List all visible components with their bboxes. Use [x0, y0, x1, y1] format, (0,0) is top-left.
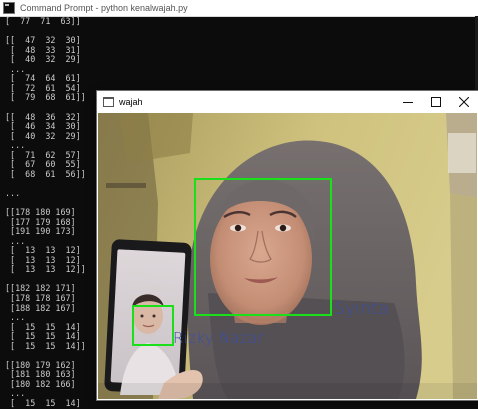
image-window-titlebar[interactable]: wajah	[97, 91, 478, 113]
close-icon	[459, 97, 469, 107]
webcam-view: Syinta Rizky Nazar	[98, 113, 477, 399]
image-window-title: wajah	[119, 97, 143, 107]
console-line: [ 68 61 56]]	[5, 168, 86, 179]
console-line: [ 77 71 63]]	[5, 16, 81, 26]
minimize-icon	[403, 102, 413, 103]
console-line: [ 79 68 61]]	[5, 92, 86, 103]
face-detection-box	[194, 178, 332, 316]
maximize-button[interactable]	[422, 91, 450, 113]
cmd-titlebar[interactable]: Command Prompt - python kenalwajah.py	[0, 0, 478, 17]
face-label-name-phone: Rizky Nazar	[173, 329, 265, 347]
window-icon	[103, 97, 114, 107]
face-label-name: Syinta	[334, 299, 390, 319]
console-line: [ 15 15 14]]	[5, 340, 86, 351]
cmd-window-title: Command Prompt - python kenalwajah.py	[20, 3, 188, 13]
cmd-app-icon	[3, 2, 15, 14]
face-detection-box-phone	[132, 305, 174, 346]
console-line: [ 15 15 14]	[5, 398, 81, 408]
console-line: [ 13 13 12]]	[5, 264, 86, 275]
image-window[interactable]: wajah Syinta Rizky Nazar	[97, 91, 478, 400]
close-button[interactable]	[450, 91, 478, 113]
maximize-icon	[431, 97, 441, 107]
minimize-button[interactable]	[394, 91, 422, 113]
console-line: ...	[5, 187, 21, 198]
